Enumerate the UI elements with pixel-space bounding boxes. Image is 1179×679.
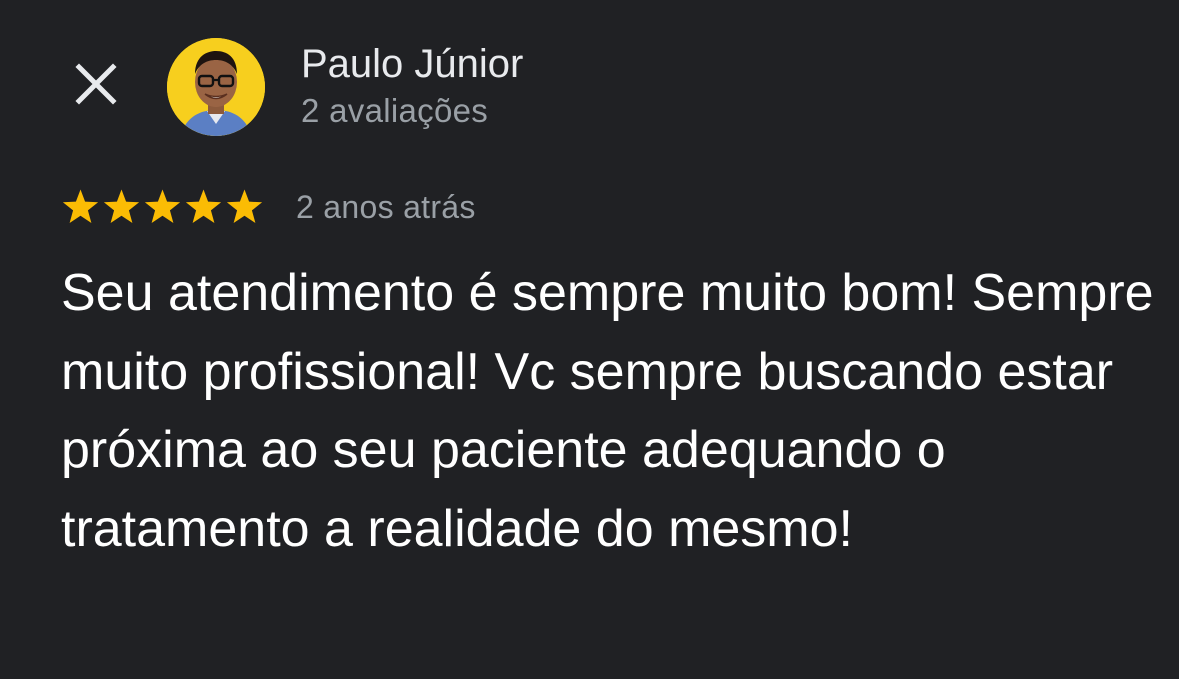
review-text: Seu atendimento é sempre muito bom! Semp… — [61, 264, 1154, 558]
star-filled-icon — [226, 189, 263, 223]
review-date: 2 anos atrás — [296, 189, 476, 225]
author-avatar[interactable] — [167, 38, 265, 136]
author-name[interactable]: Paulo Júnior — [301, 40, 523, 88]
author-review-count: 2 avaliações — [301, 92, 489, 129]
star-filled-icon — [144, 189, 181, 223]
star-filled-icon — [103, 189, 140, 223]
star-filled-icon — [62, 189, 99, 223]
close-icon — [75, 63, 117, 105]
avatar-image — [167, 38, 265, 136]
close-button[interactable] — [64, 52, 128, 116]
star-rating — [61, 188, 264, 227]
star-filled-icon — [185, 189, 222, 223]
